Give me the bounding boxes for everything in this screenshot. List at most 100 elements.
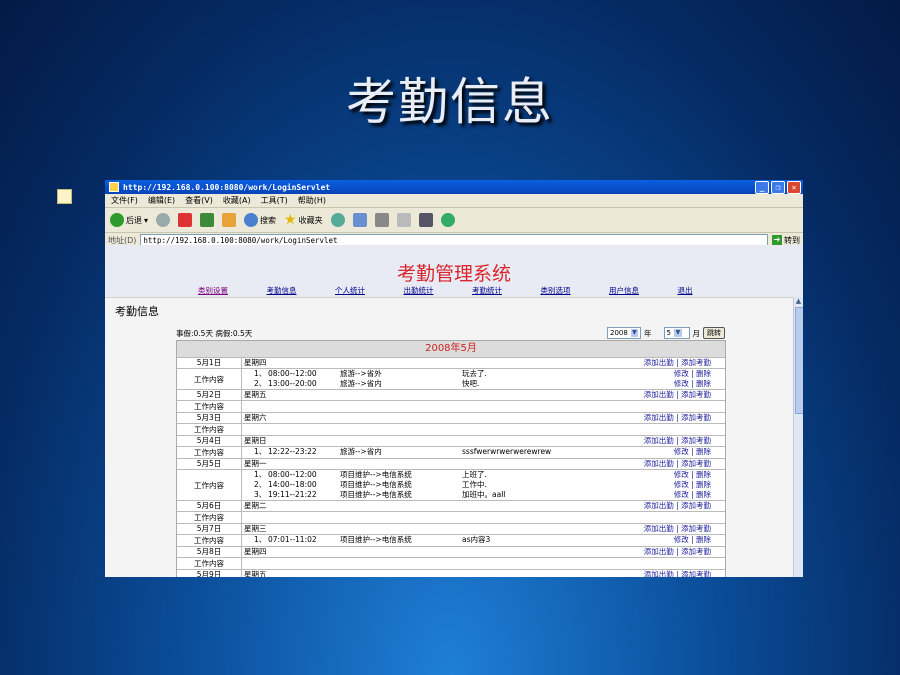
window-titlebar[interactable]: http://192.168.0.100:8080/work/LoginServ… xyxy=(105,180,803,194)
work-row: 工作内容 xyxy=(177,511,725,523)
nav-logout[interactable]: 退出 xyxy=(678,285,747,296)
menu-bar: 文件(F) 编辑(E) 查看(V) 收藏(A) 工具(T) 帮助(H) xyxy=(105,194,803,208)
month-select[interactable]: 5 ▼ xyxy=(663,327,690,339)
search-button[interactable]: 搜索 xyxy=(244,213,276,227)
day-row: 5月4日 星期日 添加出勤 | 添加考勤 xyxy=(177,435,725,446)
day-weekday: 星期三 xyxy=(244,524,267,533)
day-row: 5月2日 星期五 添加出勤 | 添加考勤 xyxy=(177,389,725,400)
add-attendance-link[interactable]: 添加出勤 | 添加考勤 xyxy=(615,436,725,446)
home-icon[interactable] xyxy=(222,213,237,227)
close-button[interactable]: ✕ xyxy=(787,181,801,194)
day-row: 5月3日 星期六 添加出勤 | 添加考勤 xyxy=(177,412,725,423)
edit-delete-link[interactable]: 修改 | 删除 xyxy=(615,490,725,500)
year-select[interactable]: 2008 ▼ xyxy=(607,327,641,339)
mail-icon[interactable] xyxy=(352,213,367,227)
forward-arrow-icon[interactable] xyxy=(156,213,171,227)
add-attendance-link[interactable]: 添加出勤 | 添加考勤 xyxy=(615,390,725,400)
menu-help[interactable]: 帮助(H) xyxy=(298,195,326,206)
work-row: 工作内容 xyxy=(177,557,725,569)
print-icon[interactable] xyxy=(374,213,389,227)
nav-presence-stats[interactable]: 出勤统计 xyxy=(404,285,473,296)
go-button[interactable]: ➔ 转到 xyxy=(772,235,800,246)
add-attendance-link[interactable]: 添加出勤 | 添加考勤 xyxy=(615,358,725,368)
work-label: 工作内容 xyxy=(177,424,242,435)
add-attendance-link[interactable]: 添加出勤 | 添加考勤 xyxy=(615,570,725,577)
edit-delete-link[interactable]: 修改 | 删除 xyxy=(615,470,725,480)
back-arrow-icon xyxy=(110,213,124,227)
work-label: 工作内容 xyxy=(177,447,242,458)
add-attendance-link[interactable]: 添加出勤 | 添加考勤 xyxy=(615,547,725,557)
day-weekday: 星期四 xyxy=(244,547,267,556)
menu-view[interactable]: 查看(V) xyxy=(185,195,213,206)
add-attendance-link[interactable]: 添加出勤 | 添加考勤 xyxy=(615,413,725,423)
work-row: 工作内容 1、 08:00--12:00 项目维护-->电信系统 上班了. 修改 | 删除… xyxy=(177,469,725,500)
browser-window: http://192.168.0.100:8080/work/LoginServ… xyxy=(105,180,803,577)
day-weekday: 星期日 xyxy=(244,436,267,445)
search-icon xyxy=(244,213,259,227)
nav-user-info[interactable]: 用户信息 xyxy=(609,285,678,296)
day-weekday: 星期一 xyxy=(244,459,267,468)
add-attendance-link[interactable]: 添加出勤 | 添加考勤 xyxy=(615,501,725,511)
menu-favorites[interactable]: 收藏(A) xyxy=(223,195,251,206)
work-label: 工作内容 xyxy=(177,512,242,523)
ie-icon xyxy=(109,182,119,192)
edit-delete-link[interactable]: 修改 | 删除 xyxy=(615,535,725,545)
edit-delete-link[interactable]: 修改 | 删除 xyxy=(615,480,725,490)
attendance-calendar: 2008年5月 5月1日 星期四 添加出勤 | 添加考勤 工作内容 1、 08:00--1… xyxy=(176,340,726,577)
work-item: 1、 08:00--12:00 项目维护-->电信系统 上班了. 修改 | 删除 xyxy=(242,470,725,480)
day-row: 5月5日 星期一 添加出勤 | 添加考勤 xyxy=(177,458,725,469)
scrollbar[interactable]: ▲ xyxy=(793,297,803,577)
work-label: 工作内容 xyxy=(177,470,242,500)
maximize-button[interactable]: ❐ xyxy=(771,181,785,194)
day-weekday: 星期六 xyxy=(244,413,267,422)
favorites-button[interactable]: ★ 收藏夹 xyxy=(284,212,323,228)
menu-edit[interactable]: 编辑(E) xyxy=(148,195,175,206)
stop-icon[interactable] xyxy=(178,213,193,227)
work-label: 工作内容 xyxy=(177,535,242,546)
day-weekday: 星期五 xyxy=(244,390,267,399)
nav-attendance-stats[interactable]: 考勤统计 xyxy=(472,285,541,296)
add-attendance-link[interactable]: 添加出勤 | 添加考勤 xyxy=(615,524,725,534)
nav-personal-stats[interactable]: 个人统计 xyxy=(335,285,404,296)
day-row: 5月8日 星期四 添加出勤 | 添加考勤 xyxy=(177,546,725,557)
day-row: 5月7日 星期三 添加出勤 | 添加考勤 xyxy=(177,523,725,534)
chevron-down-icon: ▼ xyxy=(630,329,638,337)
work-row: 工作内容 xyxy=(177,400,725,412)
scroll-thumb[interactable] xyxy=(795,307,803,414)
day-date: 5月2日 xyxy=(177,390,242,400)
messenger-icon[interactable] xyxy=(440,213,455,227)
nav-category-settings[interactable]: 类别设置 xyxy=(198,285,267,296)
nav-category-options[interactable]: 类别选项 xyxy=(541,285,610,296)
work-label: 工作内容 xyxy=(177,401,242,412)
work-item: 1、 07:01--11:02 项目维护-->电信系统 as内容3 修改 | 删除 xyxy=(242,535,725,545)
star-icon: ★ xyxy=(284,212,297,228)
day-date: 5月7日 xyxy=(177,524,242,534)
day-date: 5月8日 xyxy=(177,547,242,557)
edit-delete-link[interactable]: 修改 | 删除 xyxy=(615,369,725,379)
bullet-marker xyxy=(57,189,72,204)
day-date: 5月6日 xyxy=(177,501,242,511)
add-attendance-link[interactable]: 添加出勤 | 添加考勤 xyxy=(615,459,725,469)
slide-title: 考勤信息 xyxy=(346,73,554,131)
menu-file[interactable]: 文件(F) xyxy=(111,195,138,206)
go-arrow-icon: ➔ xyxy=(772,235,782,245)
nav-attendance-info[interactable]: 考勤信息 xyxy=(267,285,336,296)
app-banner: 考勤管理系统 类别设置 考勤信息 个人统计 出勤统计 考勤统计 类别选项 用户信… xyxy=(105,245,803,298)
media-icon[interactable] xyxy=(330,213,345,227)
work-row: 工作内容 xyxy=(177,423,725,435)
minimize-button[interactable]: _ xyxy=(755,181,769,194)
edit-delete-link[interactable]: 修改 | 删除 xyxy=(615,379,725,389)
jump-button[interactable]: 跳转 xyxy=(703,327,725,339)
edit-icon[interactable] xyxy=(396,213,411,227)
discuss-icon[interactable] xyxy=(418,213,433,227)
day-date: 5月9日 xyxy=(177,570,242,577)
back-button[interactable]: 后退 ▾ xyxy=(110,213,148,227)
day-weekday: 星期五 xyxy=(244,570,267,577)
refresh-icon[interactable] xyxy=(200,213,215,227)
address-label: 地址(D) xyxy=(108,235,137,245)
scroll-up-icon[interactable]: ▲ xyxy=(794,297,803,306)
menu-tools[interactable]: 工具(T) xyxy=(261,195,288,206)
edit-delete-link[interactable]: 修改 | 删除 xyxy=(615,447,725,457)
work-row: 工作内容 1、 08:00--12:00 旅游-->省外 玩去了. 修改 | 删除 2、 13… xyxy=(177,368,725,389)
day-date: 5月5日 xyxy=(177,459,242,469)
